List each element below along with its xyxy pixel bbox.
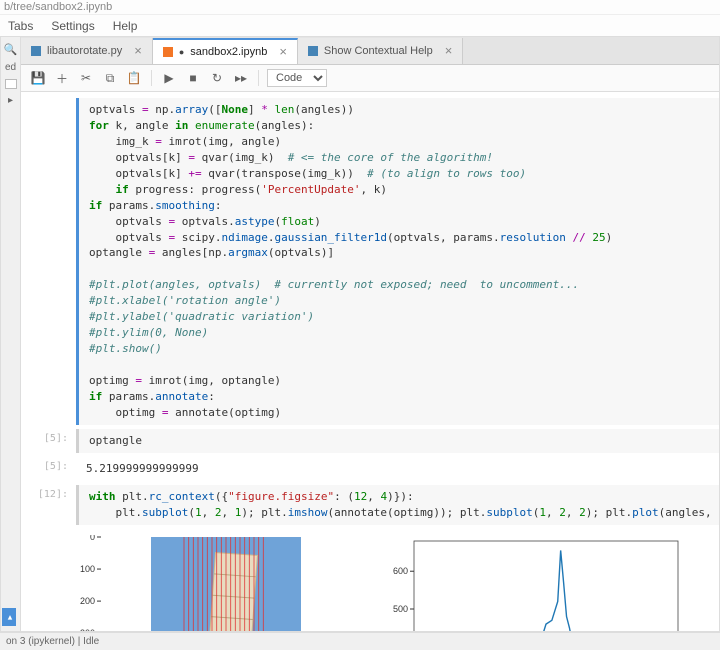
- svg-text:200: 200: [80, 596, 95, 606]
- run-all-button[interactable]: ▸▸: [232, 69, 250, 87]
- close-icon[interactable]: ×: [445, 43, 453, 58]
- cell-prompt: [21, 98, 76, 425]
- tab-label: sandbox2.ipynb: [190, 46, 267, 58]
- chevron-right-icon[interactable]: ▸: [8, 95, 13, 106]
- output-body: 5.219999999999999: [76, 457, 719, 481]
- tab-strip: libautorotate.py × ● sandbox2.ipynb × Sh…: [21, 37, 719, 65]
- subplot-line: 200300400500600−40−2002040: [376, 535, 686, 632]
- tab-label: libautorotate.py: [47, 45, 122, 57]
- run-button[interactable]: ▶: [160, 69, 178, 87]
- status-bar: on 3 (ipykernel) | Idle: [0, 632, 720, 650]
- output-cell: [5]: 5.219999999999999: [21, 457, 719, 481]
- svg-text:600: 600: [393, 566, 408, 576]
- code-cell[interactable]: optvals = np.array([None] * len(angles))…: [21, 98, 719, 425]
- tab-libautorotate[interactable]: libautorotate.py ×: [21, 38, 153, 64]
- tab-label: Show Contextual Help: [324, 45, 433, 57]
- svg-text:500: 500: [393, 604, 408, 614]
- save-button[interactable]: 💾: [29, 69, 47, 87]
- main-panel: libautorotate.py × ● sandbox2.ipynb × Sh…: [20, 36, 720, 632]
- output-plots: 01002003004005006000200400 2003004005006…: [21, 529, 719, 632]
- code-body[interactable]: optvals = np.array([None] * len(angles))…: [76, 98, 719, 425]
- separator: [258, 70, 259, 86]
- svg-text:100: 100: [80, 564, 95, 574]
- stop-button[interactable]: ■: [184, 69, 202, 87]
- close-icon[interactable]: ×: [134, 43, 142, 58]
- close-icon[interactable]: ×: [279, 44, 287, 59]
- notebook-file-icon: [163, 47, 173, 57]
- notebook-toolbar: 💾 ＋ ✂ ⧉ 📋 ▶ ■ ↻ ▸▸ Code: [21, 65, 719, 92]
- sidebar-hint: ed: [5, 62, 16, 73]
- code-content[interactable]: optangle: [89, 433, 713, 449]
- copy-button[interactable]: ⧉: [101, 69, 119, 87]
- code-content[interactable]: with plt.rc_context({"figure.figsize": (…: [89, 489, 713, 521]
- dirty-dot-icon: ●: [179, 47, 184, 57]
- cut-button[interactable]: ✂: [77, 69, 95, 87]
- output-text: 5.219999999999999: [86, 461, 713, 477]
- tab-contextual-help[interactable]: Show Contextual Help ×: [298, 38, 463, 64]
- sidebar-collapsed-tab[interactable]: ▾: [2, 608, 16, 626]
- paste-button[interactable]: 📋: [125, 69, 143, 87]
- menu-help[interactable]: Help: [113, 19, 138, 33]
- code-content[interactable]: optvals = np.array([None] * len(angles))…: [89, 102, 713, 421]
- add-cell-button[interactable]: ＋: [53, 69, 71, 87]
- menu-settings[interactable]: Settings: [51, 19, 94, 33]
- separator: [151, 70, 152, 86]
- menu-tabs[interactable]: Tabs: [8, 19, 33, 33]
- restart-button[interactable]: ↻: [208, 69, 226, 87]
- menu-bar: Tabs Settings Help: [0, 15, 720, 38]
- search-icon[interactable]: 🔍: [4, 43, 18, 56]
- notebook-area[interactable]: optvals = np.array([None] * len(angles))…: [21, 92, 719, 631]
- code-cell[interactable]: [12]: with plt.rc_context({"figure.figsi…: [21, 485, 719, 525]
- left-sidebar-rail: 🔍 ed ▸: [0, 36, 20, 632]
- code-cell[interactable]: [5]: optangle: [21, 429, 719, 453]
- code-body[interactable]: with plt.rc_context({"figure.figsize": (…: [76, 485, 719, 525]
- svg-text:0: 0: [90, 535, 95, 542]
- status-text: on 3 (ipykernel) | Idle: [6, 636, 99, 647]
- cell-type-select[interactable]: Code: [267, 69, 327, 87]
- code-body[interactable]: optangle: [76, 429, 719, 453]
- cell-prompt: [12]:: [21, 485, 76, 525]
- help-file-icon: [308, 46, 318, 56]
- output-prompt: [5]:: [21, 457, 76, 481]
- python-file-icon: [31, 46, 41, 56]
- sidebar-stub[interactable]: [5, 79, 17, 89]
- tab-sandbox2[interactable]: ● sandbox2.ipynb ×: [153, 38, 298, 64]
- url-path: b/tree/sandbox2.ipynb: [0, 0, 720, 15]
- subplot-image: 01002003004005006000200400: [56, 535, 356, 632]
- svg-text:300: 300: [80, 628, 95, 631]
- cell-prompt: [5]:: [21, 429, 76, 453]
